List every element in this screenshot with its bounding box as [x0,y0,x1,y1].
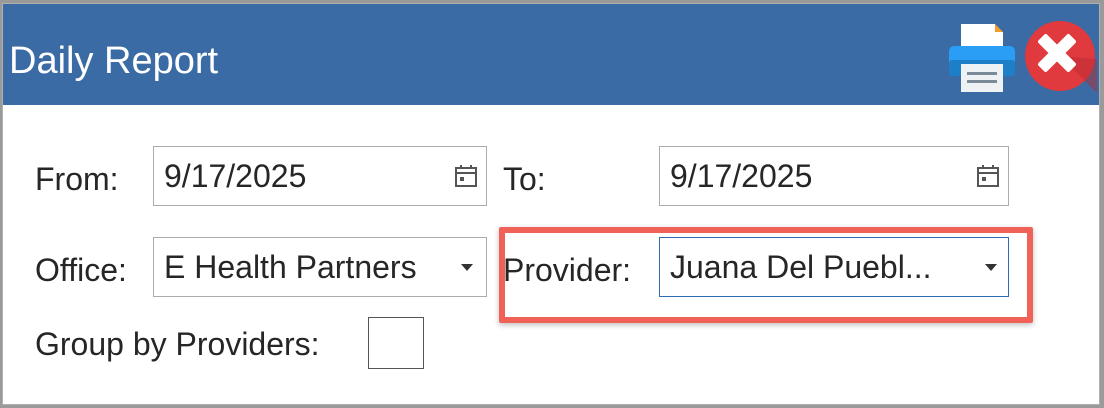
close-button[interactable] [1023,19,1097,93]
from-label: From: [35,161,119,197]
print-button[interactable] [943,20,1019,96]
group-by-providers-checkbox[interactable] [368,317,424,369]
chevron-down-icon[interactable] [461,264,473,271]
group-by-providers-label: Group by Providers: [35,326,320,362]
provider-value: Juana Del Puebl... [670,249,932,285]
daily-report-dialog: Daily Report From: 9/17/2025 To: 9/17/20… [2,3,1100,405]
dialog-title: Daily Report [9,40,219,82]
from-date-field[interactable]: 9/17/2025 [153,146,487,206]
printer-icon [949,24,1015,92]
office-value: E Health Partners [164,249,417,285]
to-label: To: [503,161,546,197]
provider-select[interactable]: Juana Del Puebl... [659,237,1009,297]
to-date-value: 9/17/2025 [670,158,813,194]
close-icon [1025,21,1097,93]
to-date-field[interactable]: 9/17/2025 [659,146,1009,206]
office-select[interactable]: E Health Partners [153,237,487,297]
provider-label: Provider: [503,252,632,288]
chevron-down-icon[interactable] [985,264,997,271]
office-label: Office: [35,252,127,288]
from-date-value: 9/17/2025 [164,158,307,194]
calendar-icon[interactable] [976,164,1000,188]
calendar-icon[interactable] [454,164,478,188]
title-bar: Daily Report [3,4,1099,105]
